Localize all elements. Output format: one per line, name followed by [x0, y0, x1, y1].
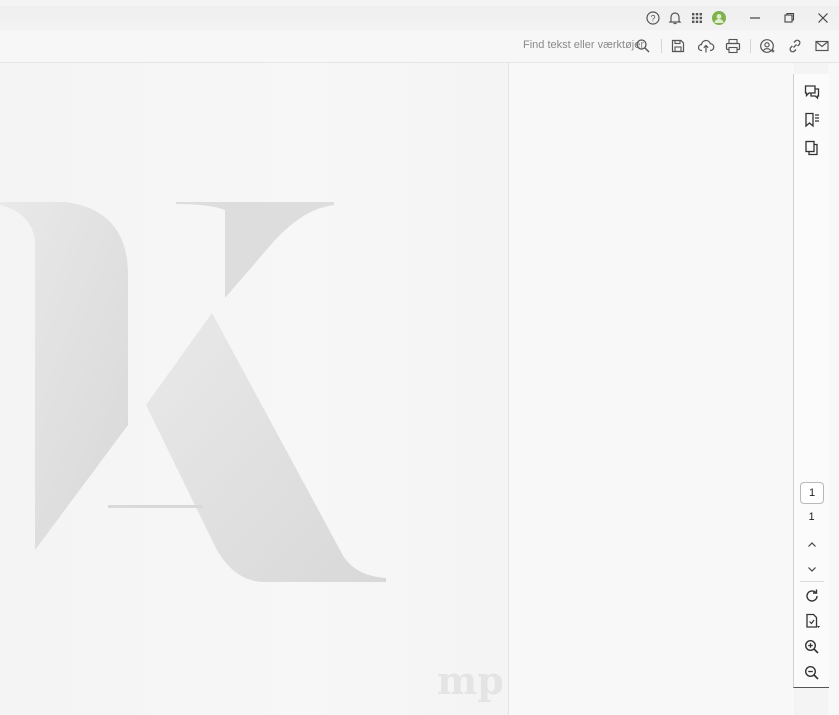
restore-icon[interactable] — [781, 10, 797, 26]
search-icon[interactable] — [634, 37, 652, 55]
close-icon[interactable] — [815, 10, 831, 26]
document-page: mp — [0, 63, 508, 715]
document-export-icon[interactable] — [803, 612, 821, 630]
apps-grid-icon[interactable] — [689, 10, 705, 26]
toolbar-divider — [750, 39, 751, 53]
page-number-input[interactable]: 1 — [800, 482, 824, 504]
zoom-in-icon[interactable] — [803, 638, 821, 656]
link-icon[interactable] — [786, 37, 804, 55]
mail-icon[interactable] — [813, 37, 831, 55]
minimize-icon[interactable] — [747, 10, 763, 26]
search-input[interactable]: Find tekst eller værktøjer — [523, 39, 644, 51]
refresh-icon[interactable] — [803, 587, 821, 605]
pages-copy-icon[interactable] — [803, 139, 821, 157]
print-icon[interactable] — [724, 37, 742, 55]
main-toolbar: Find tekst eller værktøjer — [0, 30, 839, 63]
account-avatar-icon[interactable] — [711, 10, 727, 26]
bookmarks-icon[interactable] — [803, 111, 821, 129]
document-logo-graphic: mp — [0, 202, 504, 703]
save-icon[interactable] — [669, 37, 687, 55]
comments-icon[interactable] — [803, 83, 821, 101]
bell-icon[interactable] — [667, 10, 683, 26]
share-user-icon[interactable] — [758, 37, 776, 55]
cloud-upload-icon[interactable] — [697, 37, 715, 55]
chevron-up-icon[interactable] — [803, 536, 821, 554]
edge-strip — [828, 63, 839, 715]
help-icon[interactable]: ? — [645, 10, 661, 26]
rail-divider — [800, 581, 824, 582]
right-tool-rail: 1 1 — [793, 74, 829, 688]
zoom-out-icon[interactable] — [803, 664, 821, 682]
document-watermark: mp — [437, 658, 504, 703]
svg-text:?: ? — [650, 13, 655, 23]
window-titlebar: ? — [0, 6, 839, 30]
secondary-pane — [509, 63, 794, 715]
chevron-down-icon[interactable] — [803, 560, 821, 578]
toolbar-divider — [661, 39, 662, 53]
page-total-label: 1 — [808, 511, 815, 523]
